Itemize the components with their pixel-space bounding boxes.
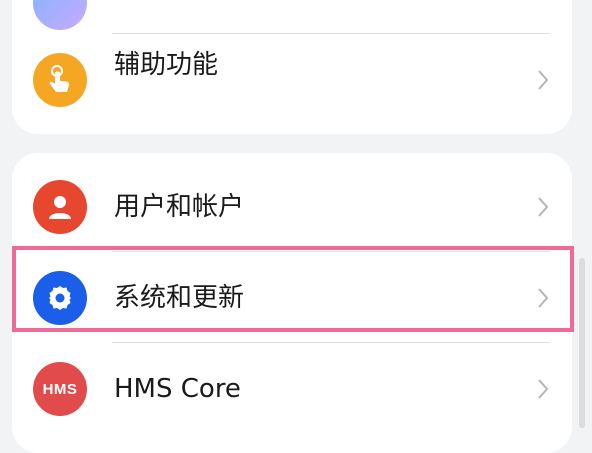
settings-item-label: 用户和帐户 [114, 192, 245, 222]
chevron-right-icon [538, 197, 549, 217]
previous-item-icon [33, 0, 87, 30]
scrollbar[interactable] [579, 258, 585, 428]
divider [112, 33, 550, 34]
settings-item-users-accounts[interactable]: 用户和帐户 [12, 163, 572, 251]
hms-icon-text: HMS [42, 380, 78, 398]
hand-tap-icon [33, 53, 87, 107]
settings-item-label: 辅助功能 [114, 50, 219, 80]
settings-item-hms-core[interactable]: HMS HMS Core [12, 345, 572, 433]
divider [112, 342, 550, 343]
settings-item-accessibility[interactable]: 辅助功能 [12, 36, 572, 124]
hms-logo-icon: HMS [33, 362, 87, 416]
settings-group-top: 辅助功能 [12, 0, 572, 134]
settings-item-label: HMS Core [114, 374, 241, 404]
chevron-right-icon [538, 379, 549, 399]
highlight-box [12, 246, 574, 332]
person-icon [33, 180, 87, 234]
chevron-right-icon [538, 70, 549, 90]
